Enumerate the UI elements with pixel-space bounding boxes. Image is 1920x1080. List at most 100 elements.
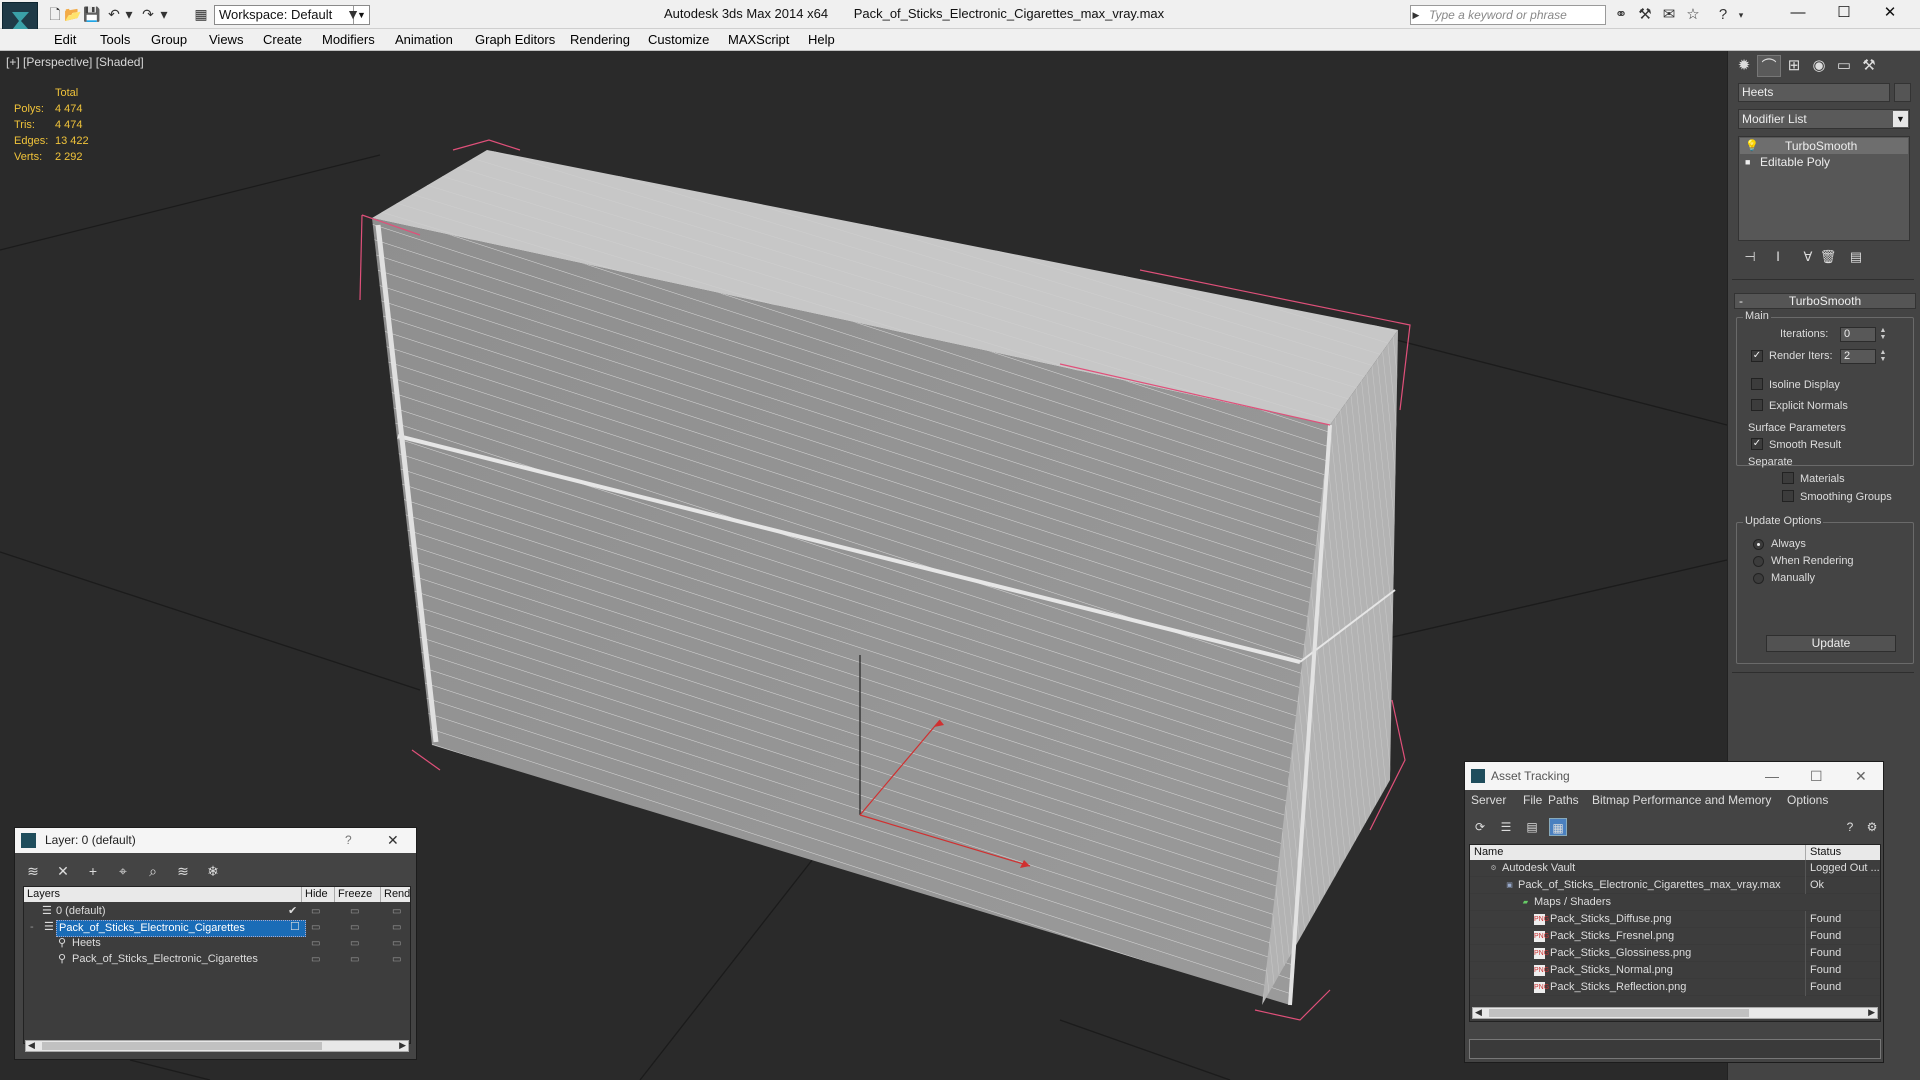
workspace-arrow-icon[interactable]: ▼ [345, 6, 361, 22]
project-folder-icon[interactable]: ▦ [193, 6, 209, 22]
viewport-label[interactable]: [+] [Perspective] [Shaded] [6, 55, 144, 69]
freeze-all-icon[interactable]: ❄ [203, 861, 223, 881]
materials-checkbox[interactable] [1782, 472, 1794, 484]
favorites-star-icon[interactable]: ☆ [1684, 6, 1702, 24]
help-button[interactable]: ? [345, 828, 352, 853]
help-icon[interactable]: ? [1714, 6, 1732, 24]
layer-row[interactable]: ☰ 0 (default) ✔ ▭ ▭ ▭ [24, 904, 410, 919]
asset-row[interactable]: ⚙ Autodesk Vault Logged Out ... [1470, 860, 1880, 877]
create-tab-icon[interactable]: ✹ [1732, 55, 1756, 77]
communication-icon[interactable]: ✉ [1660, 6, 1678, 24]
menu-maxscript[interactable]: MAXScript [728, 32, 789, 47]
minimize-button[interactable]: — [1775, 0, 1821, 28]
search-input[interactable]: ▶ Type a keyword or phrase [1410, 5, 1606, 25]
close-button[interactable]: ✕ [387, 828, 399, 853]
when-rendering-radio[interactable] [1753, 556, 1764, 567]
menu-paths[interactable]: Paths [1548, 790, 1579, 810]
col-name[interactable]: Name [1474, 845, 1503, 860]
lightbulb-icon[interactable]: 💡 [1745, 138, 1759, 154]
stack-item-editable-poly[interactable]: ■ Editable Poly [1740, 154, 1908, 170]
active-check-icon[interactable]: ✔ [288, 904, 297, 919]
hide-all-icon[interactable]: ≋ [173, 861, 193, 881]
new-file-icon[interactable]: 🗋 [47, 6, 63, 22]
help-dropdown-icon[interactable]: ▾ [1732, 6, 1750, 24]
menu-create[interactable]: Create [263, 32, 302, 47]
isoline-display-checkbox[interactable] [1751, 378, 1763, 390]
col-hide[interactable]: Hide [301, 887, 334, 902]
spinner-arrows-icon[interactable]: ▲ ▼ [1878, 349, 1888, 364]
manually-radio[interactable] [1753, 573, 1764, 584]
col-freeze[interactable]: Freeze [334, 887, 380, 902]
stack-item-turbosmooth[interactable]: 💡 TurboSmooth [1740, 138, 1908, 154]
collapse-icon[interactable]: - [28, 920, 36, 935]
select-objects-icon[interactable]: ⌖ [113, 861, 133, 881]
highlight-layer-icon[interactable]: ⌕ [143, 861, 163, 881]
maximize-button[interactable]: ☐ [1810, 762, 1823, 790]
modifier-list-dropdown[interactable]: Modifier List ▼ [1738, 109, 1910, 129]
list-view-icon[interactable]: ☰ [1497, 818, 1515, 836]
asset-row[interactable]: PNG Pack_Sticks_Glossiness.png Found [1470, 945, 1880, 962]
menu-graph-editors[interactable]: Graph Editors [475, 32, 555, 47]
delete-layer-icon[interactable]: ✕ [53, 861, 73, 881]
asset-row[interactable]: PNG Pack_Sticks_Fresnel.png Found [1470, 928, 1880, 945]
spinner-arrows-icon[interactable]: ▲ ▼ [1878, 327, 1888, 342]
remove-modifier-icon[interactable]: 🗑 [1818, 247, 1838, 267]
layer-window-titlebar[interactable]: Layer: 0 (default) ? ✕ [15, 828, 416, 853]
pin-stack-icon[interactable]: ⊣ [1740, 247, 1760, 267]
render-iters-checkbox[interactable]: ✓ [1751, 350, 1763, 362]
turbosmooth-rollout-header[interactable]: - TurboSmooth [1734, 293, 1916, 309]
motion-tab-icon[interactable]: ◉ [1807, 55, 1831, 77]
add-to-layer-icon[interactable]: + [83, 861, 103, 881]
modify-tab-icon[interactable]: ⌒ [1757, 55, 1781, 77]
asset-path-field[interactable] [1469, 1039, 1881, 1059]
menu-animation[interactable]: Animation [395, 32, 453, 47]
iterations-spinner[interactable]: 0 [1840, 327, 1876, 342]
binoculars-icon[interactable]: ⚭ [1612, 6, 1630, 24]
asset-row[interactable]: ▣ Pack_of_Sticks_Electronic_Cigarettes_m… [1470, 877, 1880, 894]
minimize-button[interactable]: — [1765, 762, 1779, 790]
show-end-result-icon[interactable]: Ⅰ [1768, 247, 1788, 267]
expand-plus-icon[interactable]: ■ [1745, 154, 1750, 170]
menu-tools[interactable]: Tools [100, 32, 130, 47]
redo-icon[interactable]: ↷ [140, 6, 156, 22]
smoothing-groups-checkbox[interactable] [1782, 490, 1794, 502]
menu-group[interactable]: Group [151, 32, 187, 47]
object-color-swatch[interactable] [1894, 83, 1911, 102]
create-layer-icon[interactable]: ≋ [23, 861, 43, 881]
layer-row[interactable]: ⚲ Pack_of_Sticks_Electronic_Cigarettes ▭… [24, 952, 410, 967]
menu-options[interactable]: Options [1787, 790, 1828, 810]
asset-horizontal-scrollbar[interactable]: ◀ ▶ [1472, 1007, 1878, 1019]
menu-server[interactable]: Server [1471, 790, 1506, 810]
expand-arrow-icon[interactable]: ▶ [1409, 7, 1423, 23]
configure-sets-icon[interactable]: ▤ [1846, 247, 1866, 267]
table-view-icon[interactable]: ▦ [1549, 818, 1567, 836]
layer-horizontal-scrollbar[interactable]: ◀ ▶ [25, 1040, 409, 1052]
asset-window-titlebar[interactable]: Asset Tracking — ☐ ✕ [1465, 762, 1883, 790]
utilities-tab-icon[interactable]: ⚒ [1857, 55, 1881, 77]
settings-icon[interactable]: ⚙ [1863, 818, 1881, 836]
asset-row[interactable]: ▰ Maps / Shaders [1470, 894, 1880, 911]
make-unique-icon[interactable]: ∀ [1798, 247, 1818, 267]
col-status[interactable]: Status [1805, 845, 1880, 860]
detail-view-icon[interactable]: ▤ [1523, 818, 1541, 836]
asset-row[interactable]: PNG Pack_Sticks_Diffuse.png Found [1470, 911, 1880, 928]
maximize-button[interactable]: ☐ [1821, 0, 1867, 28]
smooth-result-checkbox[interactable]: ✓ [1751, 438, 1763, 450]
menu-file[interactable]: File [1523, 790, 1542, 810]
menu-rendering[interactable]: Rendering [570, 32, 630, 47]
menu-edit[interactable]: Edit [54, 32, 76, 47]
col-layers[interactable]: Layers [24, 887, 60, 902]
save-file-icon[interactable]: 💾 [83, 6, 100, 22]
open-file-icon[interactable]: 📂 [64, 6, 81, 22]
active-box-icon[interactable]: ☐ [288, 920, 302, 935]
close-button[interactable]: ✕ [1855, 762, 1867, 790]
menu-customize[interactable]: Customize [648, 32, 709, 47]
refresh-icon[interactable]: ⟳ [1471, 818, 1489, 836]
display-tab-icon[interactable]: ▭ [1832, 55, 1856, 77]
explicit-normals-checkbox[interactable] [1751, 399, 1763, 411]
layer-row[interactable]: - ☰ Pack_of_Sticks_Electronic_Cigarettes… [24, 920, 410, 937]
menu-bitmap-performance[interactable]: Bitmap Performance and Memory [1592, 790, 1771, 810]
close-button[interactable]: ✕ [1867, 0, 1913, 28]
layer-row[interactable]: ⚲ Heets ▭ ▭ ▭ [24, 936, 410, 951]
hierarchy-tab-icon[interactable]: ⊞ [1782, 55, 1806, 77]
